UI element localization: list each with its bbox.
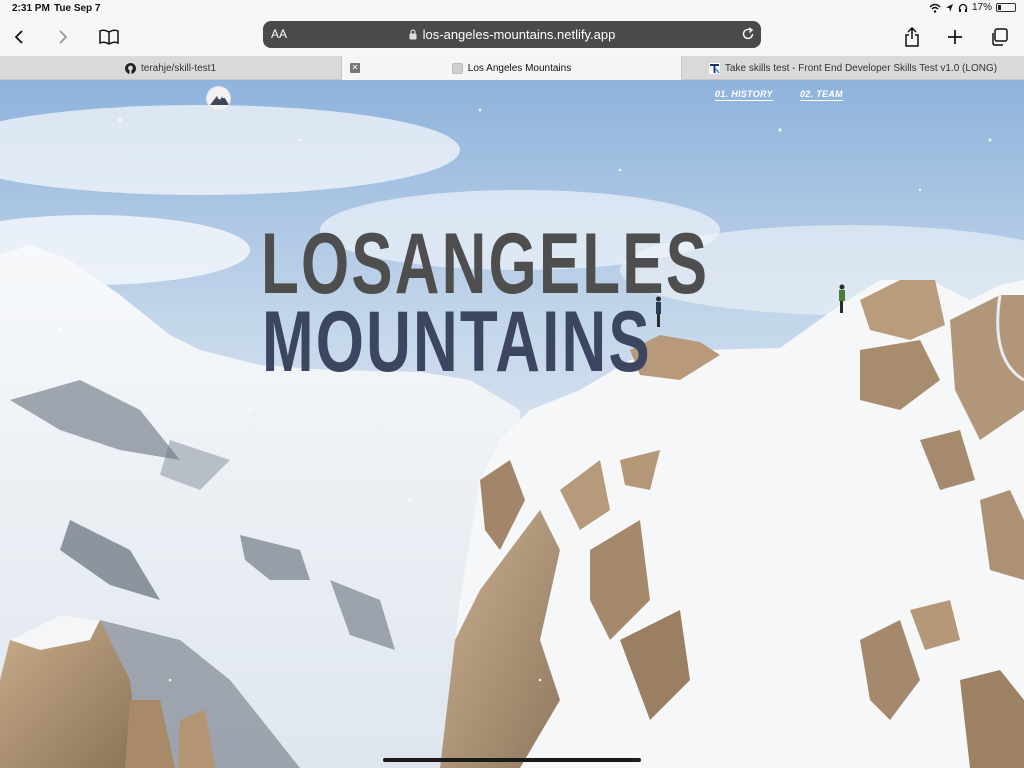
new-tab-button[interactable] [942,24,968,50]
tab-skills-test[interactable]: Take skills test - Front End Developer S… [682,56,1024,80]
site-logo[interactable] [206,86,231,111]
text-size-button[interactable]: AA [271,27,287,41]
forward-button[interactable] [50,24,76,50]
share-button[interactable] [899,24,925,50]
tabs-overview-button[interactable] [986,24,1012,50]
page-content: 01. HISTORY 02. TEAM LOSANGELES MOUNTAIN… [0,80,1024,768]
tab-label: Los Angeles Mountains [467,62,572,74]
tab-bar: terahje/skill-test1 ✕ Los Angeles Mounta… [0,56,1024,80]
battery-percent: 17% [971,2,992,13]
nav-history-link[interactable]: 01. HISTORY [715,89,773,101]
status-indicators: 17% [929,2,1016,13]
reload-button[interactable] [741,27,755,44]
back-icon [14,30,23,44]
hero-title-line2-wrap: MOUNTAINS [262,302,652,380]
browser-toolbar: AA los-angeles-mountains.netlify.app [0,18,1024,56]
url-text: los-angeles-mountains.netlify.app [422,27,616,42]
nav-team-link[interactable]: 02. TEAM [800,89,843,101]
testdome-icon [708,62,720,74]
hero-title-line2: MOUNTAINS [262,302,652,380]
status-bar: 2:31 PM Tue Sep 7 17% [0,0,1024,18]
address-bar[interactable]: AA los-angeles-mountains.netlify.app [263,21,761,48]
home-indicator[interactable] [383,758,641,762]
tab-github[interactable]: terahje/skill-test1 [0,56,342,80]
wifi-icon [929,3,941,13]
tab-los-angeles-mountains[interactable]: ✕ Los Angeles Mountains [342,56,682,80]
forward-icon [59,30,68,44]
new-tab-icon [948,30,962,44]
lock-icon [409,29,417,40]
bookmarks-button[interactable] [96,24,122,50]
hero-title-line1: LOSANGELES [261,216,710,312]
hero-mountain-image [0,80,1024,768]
share-icon [905,27,919,47]
github-icon [124,62,136,74]
back-button[interactable] [6,24,32,50]
status-date: Tue Sep 7 [54,3,101,14]
close-tab-button[interactable]: ✕ [350,63,360,73]
tab-label: terahje/skill-test1 [140,62,217,74]
battery-icon [996,3,1016,12]
tabs-icon [992,28,1008,46]
bookmarks-icon [99,29,119,45]
page-icon [451,62,463,74]
tab-label: Take skills test - Front End Developer S… [724,62,998,74]
reload-icon [742,27,754,40]
headphones-icon [958,3,968,12]
status-time: 2:31 PM [12,3,50,14]
location-icon [945,3,953,12]
